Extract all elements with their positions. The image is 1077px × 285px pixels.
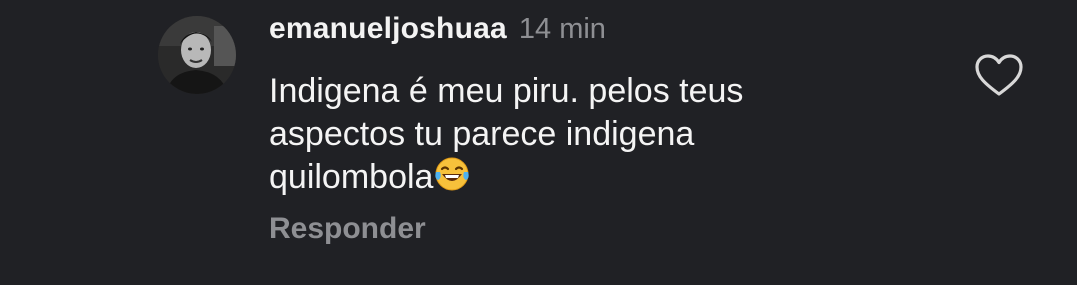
profile-photo — [158, 16, 236, 94]
comment-text-line: aspectos tu parece indigena — [269, 115, 695, 153]
comment-item: emanueljoshuaa 14 min Indigena é meu pir… — [0, 0, 1077, 285]
comment-text: Indigena é meu piru. pelos teus aspectos… — [269, 70, 909, 199]
like-button[interactable] — [974, 52, 1024, 100]
comment-text-line: quilombola — [269, 158, 434, 196]
comment-text-line-with-emoji: quilombola — [269, 156, 909, 199]
heart-outline-icon — [975, 54, 1023, 96]
comment-header: emanueljoshuaa 14 min — [269, 12, 606, 52]
avatar[interactable] — [158, 16, 236, 94]
reply-button[interactable]: Responder — [269, 212, 426, 246]
username[interactable]: emanueljoshuaa — [269, 12, 507, 46]
comment-text-line: Indigena é meu piru. pelos teus — [269, 72, 744, 110]
timestamp: 14 min — [518, 13, 606, 45]
laughing-tears-emoji-icon — [434, 156, 470, 192]
